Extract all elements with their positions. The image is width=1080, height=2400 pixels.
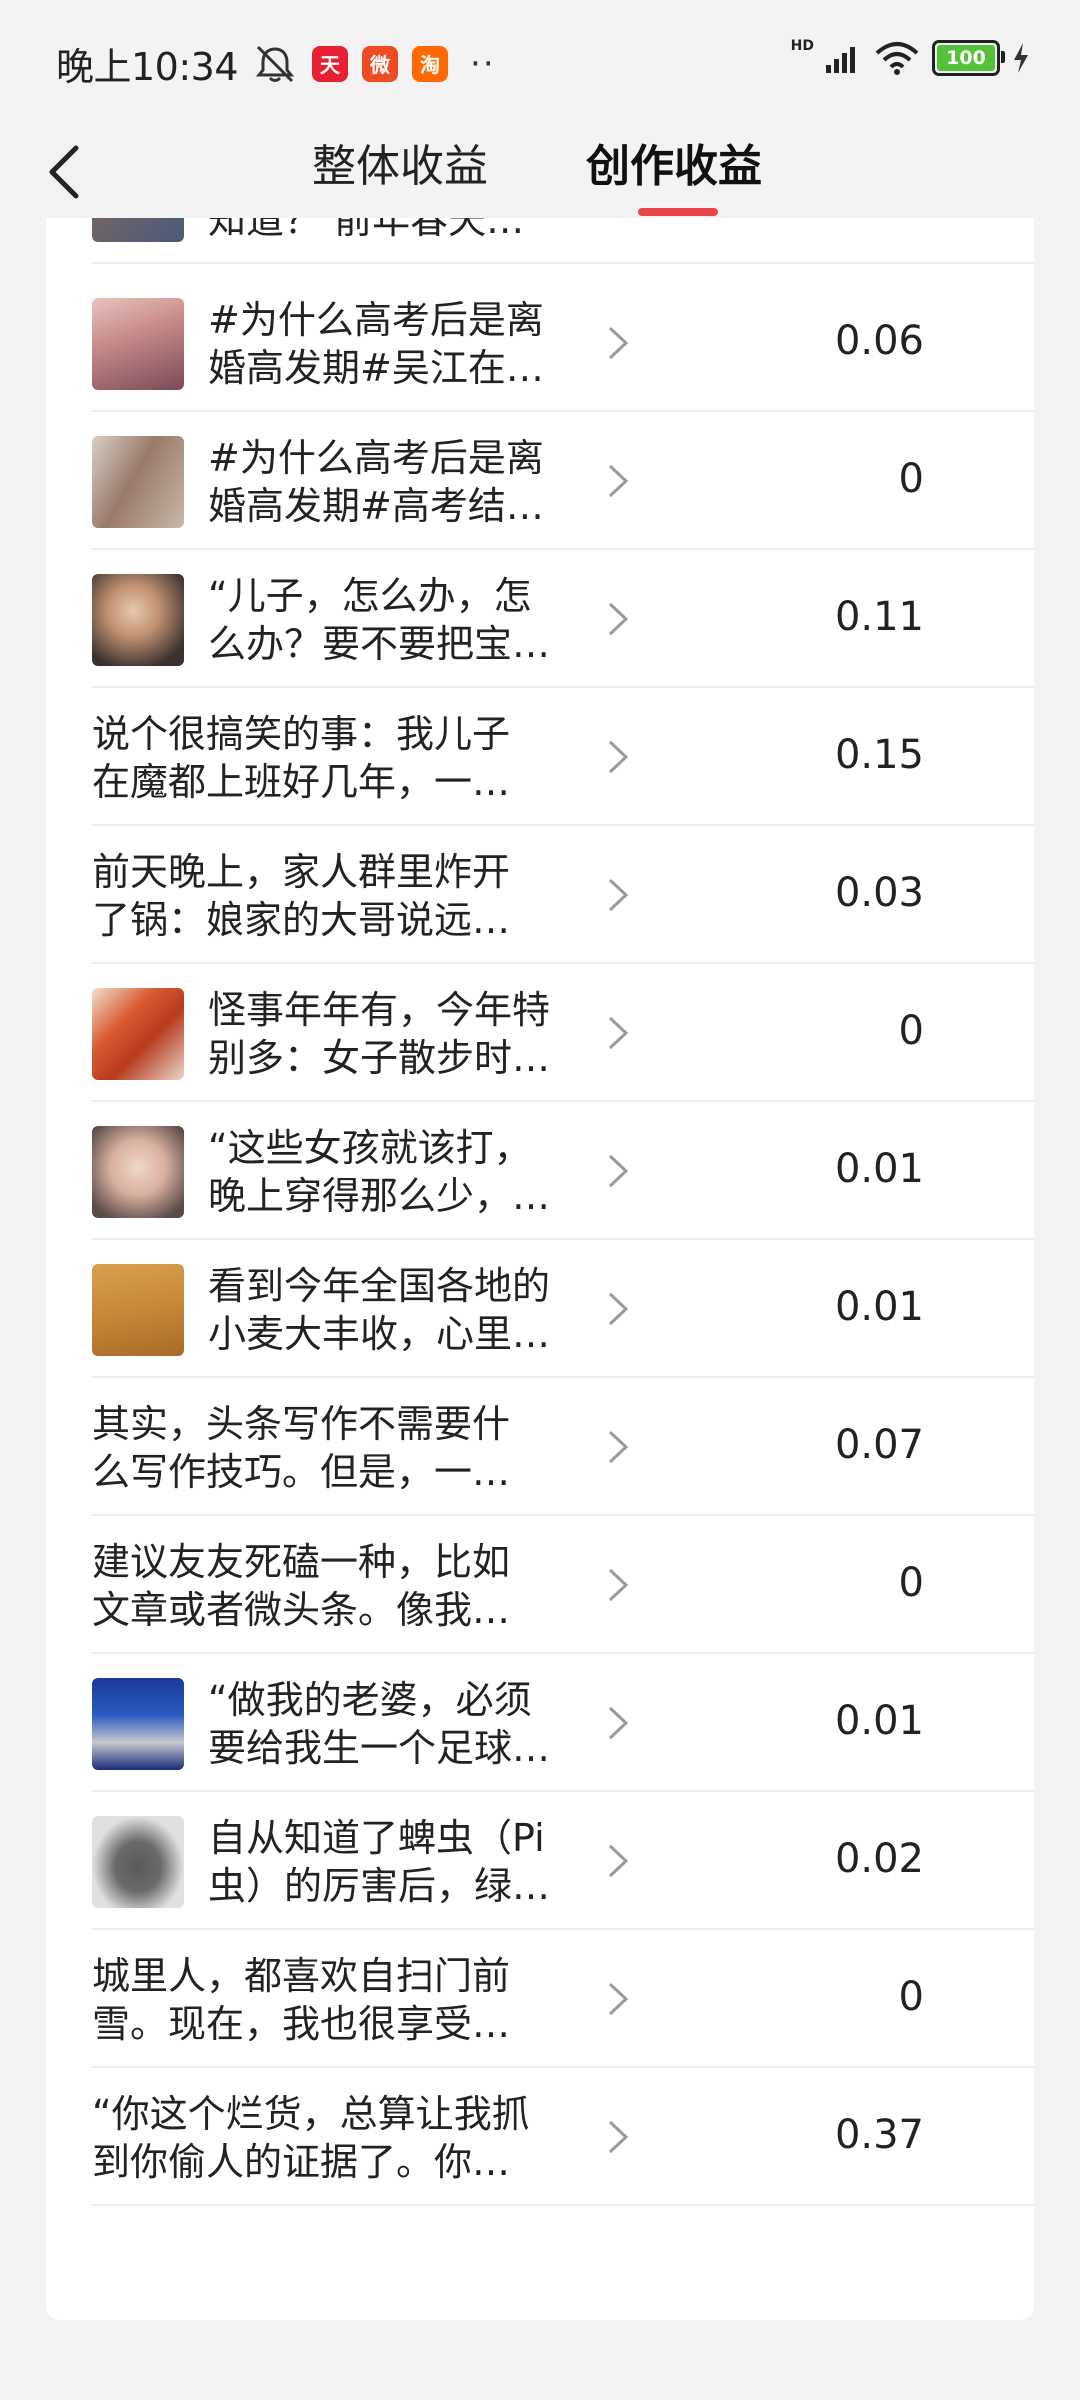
status-left: 晚上10:34 天 微 淘 ·· <box>56 36 496 91</box>
list-item[interactable]: 其实，头条写作不需要什 么写作技巧。但是，一… 0.07 <box>46 1378 1034 1516</box>
chevron-right-icon <box>608 602 629 636</box>
hd-badge: HD <box>790 38 814 54</box>
earnings-amount: 0.02 <box>834 1836 924 1882</box>
list-item[interactable]: “儿子，怎么办，怎 么办？要不要把宝… 0.11 <box>46 550 1034 688</box>
article-title: 建议友友死磕一种，比如 文章或者微头条。像我… <box>92 1540 511 1632</box>
thumbnail-image <box>92 298 184 390</box>
wifi-icon <box>875 42 919 75</box>
earnings-amount: 0.03 <box>834 870 924 916</box>
earnings-amount: 0 <box>898 1008 924 1054</box>
article-title: “做我的老婆，必须 要给我生一个足球… <box>208 1678 551 1770</box>
thumbnail-image <box>92 1264 184 1356</box>
earnings-amount: 0.07 <box>834 1422 924 1468</box>
list-item[interactable]: “你这个烂货，总算让我抓 到你偷人的证据了。你… 0.37 <box>46 2068 1034 2206</box>
chevron-right-icon <box>608 2120 629 2154</box>
list-item[interactable]: “做我的老婆，必须 要给我生一个足球… 0.01 <box>46 1654 1034 1792</box>
signal-icon <box>826 47 855 73</box>
earnings-amount: 0 <box>898 1560 924 1606</box>
chevron-right-icon <box>608 1982 629 2016</box>
back-arrow-icon <box>49 145 79 199</box>
earnings-amount: 0.01 <box>834 1698 924 1744</box>
list-item[interactable]: 看到今年全国各地的 小麦大丰收，心里… 0.01 <box>46 1240 1034 1378</box>
chevron-right-icon <box>608 1430 629 1464</box>
header: 整体收益 创作收益 <box>0 126 1080 218</box>
active-tab-indicator <box>638 208 718 216</box>
list-item[interactable]: #为什么高考后是离 婚高发期#高考结… 0 <box>46 412 1034 550</box>
article-title: #为什么高考后是离 婚高发期#吴江在… <box>208 298 544 390</box>
thumbnail-image <box>92 1816 184 1908</box>
thumbnail-image <box>92 1678 184 1770</box>
status-right: HD 100 <box>790 38 1030 76</box>
article-title: “你这个烂货，总算让我抓 到你偷人的证据了。你… <box>92 2092 530 2184</box>
chevron-right-icon <box>608 1568 629 1602</box>
chevron-right-icon <box>608 1016 629 1050</box>
earnings-amount: 0.01 <box>834 1146 924 1192</box>
chevron-right-icon <box>608 878 629 912</box>
status-bar: 晚上10:34 天 微 淘 ·· HD 100 <box>0 0 1080 126</box>
article-title: 其实，头条写作不需要什 么写作技巧。但是，一… <box>92 1402 511 1494</box>
chevron-right-icon <box>608 1154 629 1188</box>
chevron-right-icon <box>608 464 629 498</box>
article-title: 自从知道了蜱虫（Pi 虫）的厉害后，绿… <box>208 1816 551 1908</box>
status-time: 晚上10:34 <box>56 45 239 89</box>
list-item[interactable]: 知道？ 前年春天… <box>46 218 1034 264</box>
earnings-amount: 0.15 <box>834 732 924 778</box>
chevron-right-icon <box>608 1844 629 1878</box>
earnings-amount: 0.37 <box>834 2112 924 2158</box>
article-title: 说个很搞笑的事：我儿子 在魔都上班好几年，一… <box>92 712 511 804</box>
article-title: 城里人，都喜欢自扫门前 雪。现在，我也很享受… <box>92 1954 511 2046</box>
thumbnail-image <box>92 436 184 528</box>
thumbnail-image <box>92 218 184 242</box>
article-title: 怪事年年有，今年特 别多：女子散步时… <box>208 988 551 1080</box>
list-item[interactable]: 城里人，都喜欢自扫门前 雪。现在，我也很享受… 0 <box>46 1930 1034 2068</box>
list-item[interactable]: 说个很搞笑的事：我儿子 在魔都上班好几年，一… 0.15 <box>46 688 1034 826</box>
earnings-amount: 0.11 <box>834 594 924 640</box>
article-title: 看到今年全国各地的 小麦大丰收，心里… <box>208 1264 551 1356</box>
list-item[interactable]: 前天晚上，家人群里炸开 了锅：娘家的大哥说远… 0.03 <box>46 826 1034 964</box>
chevron-right-icon <box>608 1706 629 1740</box>
chevron-right-icon <box>608 740 629 774</box>
back-button[interactable] <box>34 126 94 218</box>
weishi-icon: 微 <box>362 45 399 82</box>
tmall-icon: 天 <box>312 45 349 82</box>
article-title: “儿子，怎么办，怎 么办？要不要把宝… <box>208 574 551 666</box>
article-title: #为什么高考后是离 婚高发期#高考结… <box>208 436 544 528</box>
article-title: 前天晚上，家人群里炸开 了锅：娘家的大哥说远… <box>92 850 511 942</box>
list-item[interactable]: #为什么高考后是离 婚高发期#吴江在… 0.06 <box>46 274 1034 412</box>
chevron-right-icon <box>608 1292 629 1326</box>
battery-icon: 100 <box>932 40 1005 76</box>
tab-overall-earnings[interactable]: 整体收益 <box>312 130 488 194</box>
taobao-icon: 淘 <box>412 45 449 82</box>
charging-icon <box>1014 43 1028 73</box>
list-item[interactable]: “这些女孩就该打， 晚上穿得那么少，… 0.01 <box>46 1102 1034 1240</box>
list-item[interactable]: 怪事年年有，今年特 别多：女子散步时… 0 <box>46 964 1034 1102</box>
thumbnail-image <box>92 1126 184 1218</box>
thumbnail-image <box>92 574 184 666</box>
list-item[interactable]: 建议友友死磕一种，比如 文章或者微头条。像我… 0 <box>46 1516 1034 1654</box>
earnings-amount: 0 <box>898 456 924 502</box>
thumbnail-image <box>92 988 184 1080</box>
article-title: 知道？ 前年春天… <box>208 218 525 242</box>
earnings-amount: 0.01 <box>834 1284 924 1330</box>
mute-alarm-icon <box>255 45 295 82</box>
battery-level: 100 <box>946 47 986 69</box>
article-title: “这些女孩就该打， 晚上穿得那么少，… <box>208 1126 551 1218</box>
earnings-amount: 0.06 <box>834 318 924 364</box>
list-item[interactable]: 自从知道了蜱虫（Pi 虫）的厉害后，绿… 0.02 <box>46 1792 1034 1930</box>
tab-creation-earnings[interactable]: 创作收益 <box>586 130 762 194</box>
earnings-list: 知道？ 前年春天… #为什么高考后是离 婚高发期#吴江在… 0.06 #为什么高… <box>46 218 1034 2320</box>
earnings-amount: 0 <box>898 1974 924 2020</box>
chevron-right-icon <box>608 326 629 360</box>
more-notifications-icon: ·· <box>470 43 496 84</box>
